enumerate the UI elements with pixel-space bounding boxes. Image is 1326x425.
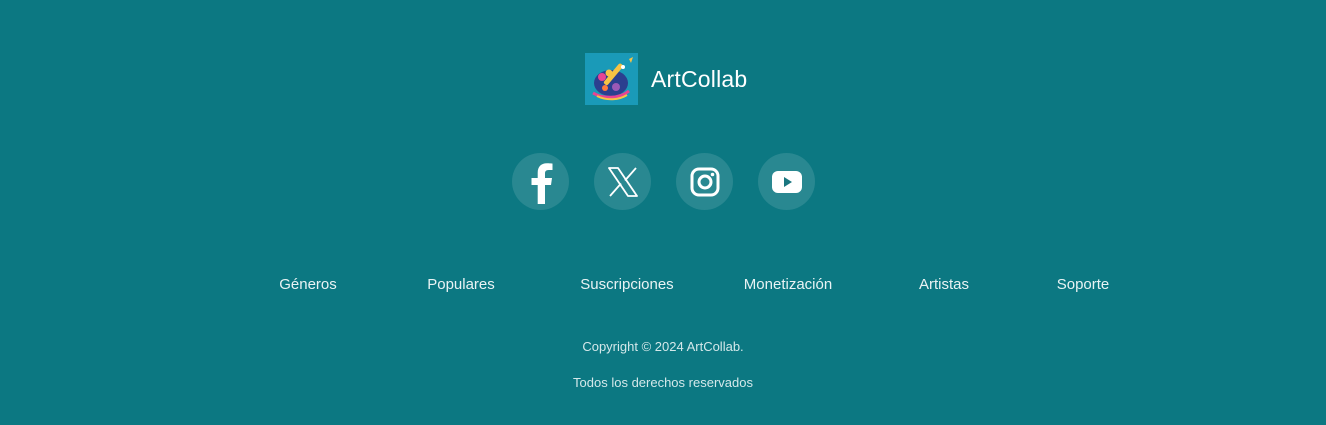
brand[interactable]: ArtCollab (585, 53, 747, 105)
x-link[interactable] (594, 153, 651, 210)
x-icon (607, 166, 638, 197)
instagram-link[interactable] (676, 153, 733, 210)
facebook-icon (531, 162, 552, 204)
facebook-link[interactable] (512, 153, 569, 210)
brand-logo[interactable] (585, 53, 638, 105)
rights-text: Todos los derechos reservados (573, 375, 753, 390)
youtube-link[interactable] (758, 153, 815, 210)
nav-link-soporte[interactable]: Soporte (1057, 276, 1110, 293)
nav-link-monetizacion[interactable]: Monetización (744, 276, 832, 293)
instagram-icon (690, 167, 719, 196)
nav-link-artistas[interactable]: Artistas (919, 276, 969, 293)
footer-nav: Géneros Populares Suscripciones Monetiza… (0, 276, 1326, 296)
nav-link-populares[interactable]: Populares (427, 276, 495, 293)
copyright-text: Copyright © 2024 ArtCollab. (582, 339, 744, 354)
brand-name[interactable]: ArtCollab (651, 66, 747, 93)
paint-brush-palette-logo-icon (585, 53, 638, 105)
social-links (512, 153, 815, 210)
nav-link-suscripciones[interactable]: Suscripciones (580, 276, 673, 293)
nav-link-generos[interactable]: Géneros (279, 276, 337, 293)
youtube-icon (771, 170, 802, 193)
